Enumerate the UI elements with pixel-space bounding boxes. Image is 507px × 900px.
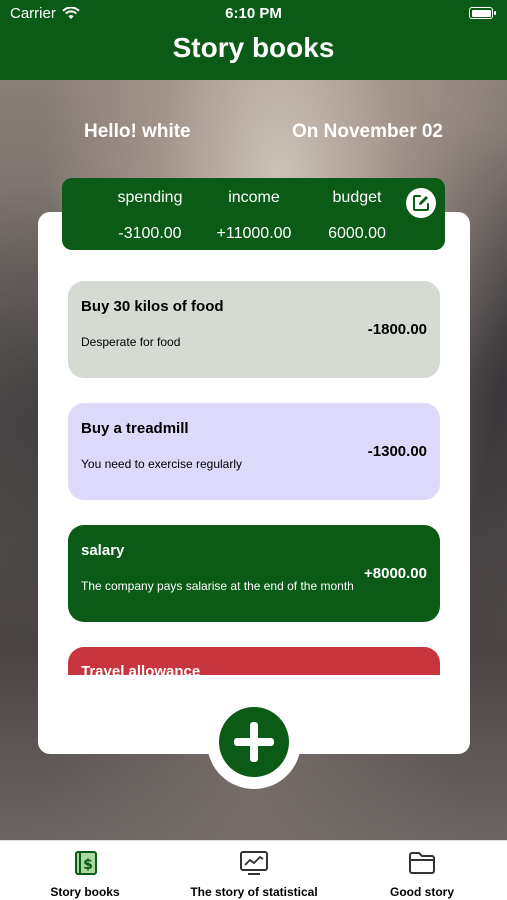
income-value: +11000.00 — [216, 225, 292, 242]
item-title: Travel allowance — [81, 663, 201, 675]
list-item[interactable]: Travel allowance — [68, 647, 440, 675]
list-item[interactable]: Buy 30 kilos of food Desperate for food … — [68, 281, 440, 378]
tab-bar: $ Story books The story of statistical G… — [0, 840, 507, 900]
list-item[interactable]: Buy a treadmill You need to exercise reg… — [68, 403, 440, 500]
greeting-text: Hello! white — [84, 121, 191, 142]
record-list[interactable]: Buy 30 kilos of food Desperate for food … — [68, 281, 440, 675]
date-text: On November 02 — [292, 121, 443, 142]
money-icon: $ — [75, 851, 97, 875]
edit-icon[interactable] — [406, 188, 436, 218]
item-amount: +8000.00 — [364, 565, 427, 582]
item-amount: -1300.00 — [367, 443, 427, 460]
tab-story-books[interactable]: $ Story books — [40, 841, 130, 900]
page-title: Story books — [172, 32, 335, 63]
budget-value: 6000.00 — [328, 225, 386, 242]
item-amount: -1800.00 — [367, 321, 427, 338]
chart-icon — [240, 851, 268, 875]
tab-statistics[interactable]: The story of statistical — [180, 841, 328, 900]
battery-icon — [469, 7, 496, 19]
tab-label: Good story — [389, 885, 454, 899]
spending-value: -3100.00 — [118, 225, 182, 242]
item-description: The company pays salarise at the end of … — [81, 579, 354, 593]
item-title: Buy a treadmill — [81, 420, 189, 437]
item-description: Desperate for food — [81, 335, 181, 349]
item-title: Buy 30 kilos of food — [81, 298, 224, 315]
add-record-button[interactable] — [219, 707, 289, 777]
summary-panel: spending -3100.00 income +11000.00 budge… — [62, 178, 445, 250]
tab-label: Story books — [50, 885, 120, 899]
income-label: income — [228, 189, 280, 206]
item-description: You need to exercise regularly — [81, 457, 242, 471]
list-item[interactable]: salary The company pays salarise at the … — [68, 525, 440, 622]
tab-label: The story of statistical — [190, 885, 318, 899]
budget-label: budget — [332, 189, 382, 206]
item-title: salary — [81, 542, 125, 559]
app-header: Carrier 6:10 PM Story books — [0, 0, 507, 80]
folder-icon — [409, 852, 435, 874]
svg-text:$: $ — [83, 857, 93, 873]
status-bar: Carrier 6:10 PM — [0, 0, 507, 28]
tab-good-story[interactable]: Good story — [378, 841, 466, 900]
status-time: 6:10 PM — [225, 5, 282, 22]
spending-label: spending — [117, 189, 183, 206]
